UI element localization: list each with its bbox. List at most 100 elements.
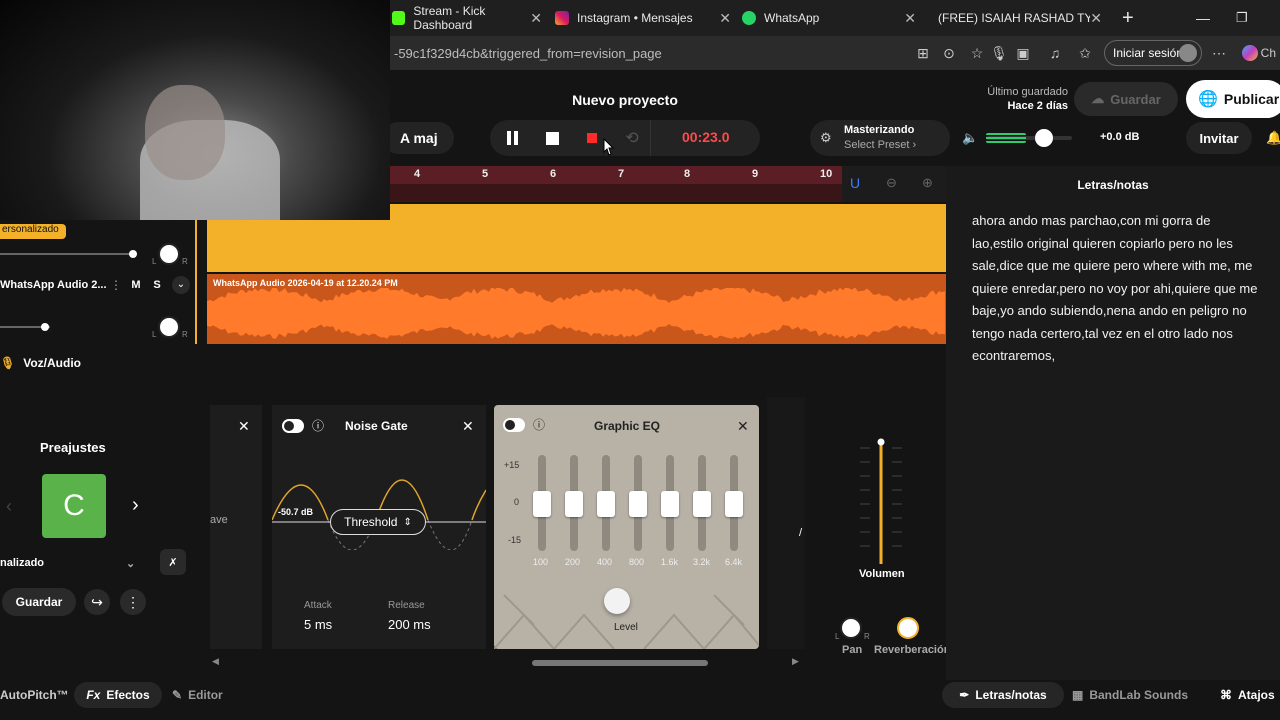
tab-kick[interactable]: Stream - Kick Dashboard ✕ (392, 4, 542, 32)
url-text[interactable]: -59c1f329d4cb&triggered_from=revision_pa… (394, 46, 662, 61)
bell-icon[interactable]: 🔔 (1266, 130, 1280, 146)
pan-l-label: L (835, 632, 840, 641)
track-volume-fader[interactable] (858, 438, 908, 568)
star-icon[interactable]: ☆ (968, 44, 986, 62)
eq-band-label: 6.4k (725, 557, 743, 567)
instrument-label: 🎙 Voz/Audio (0, 356, 81, 370)
close-icon[interactable]: ✕ (904, 10, 916, 27)
mic-icon[interactable]: 🎙 (990, 44, 1008, 62)
close-icon[interactable]: ✕ (737, 418, 749, 435)
track1-pan-knob[interactable] (158, 243, 180, 265)
close-icon[interactable]: ✕ (530, 10, 542, 27)
tab-whatsapp[interactable]: WhatsApp ✕ (742, 4, 916, 32)
mastering-button[interactable]: ⚙ Masterizando Select Preset › (810, 120, 950, 156)
next-preset-icon[interactable]: › (132, 494, 139, 517)
copilot-button[interactable]: Ch (1242, 44, 1276, 62)
close-icon[interactable]: ✕ (1090, 9, 1102, 27)
close-icon[interactable]: ✕ (719, 10, 731, 27)
track1-volume-handle[interactable] (129, 250, 137, 258)
minimize-icon[interactable]: — (1196, 4, 1210, 32)
apps-icon[interactable]: ⊞ (914, 44, 932, 62)
more-button[interactable]: ⋮ (120, 589, 146, 615)
close-icon[interactable]: ✕ (238, 418, 250, 435)
ruler-bar-number: 7 (618, 168, 625, 180)
reset-fx-button[interactable]: ✗ (160, 549, 186, 575)
eq-band-handle[interactable] (533, 491, 551, 517)
release-value[interactable]: 200 ms (388, 617, 431, 632)
scroll-left-icon[interactable]: ◀ (212, 656, 219, 667)
lyrics-textarea[interactable]: ahora ando mas parchao,con mi gorra de l… (972, 210, 1262, 368)
eq-band-handle[interactable] (693, 491, 711, 517)
prev-preset-icon[interactable]: ‹ (6, 496, 12, 517)
eq-toggle[interactable] (503, 418, 525, 432)
effects-tab[interactable]: Fx Efectos (74, 682, 162, 708)
pan-knob[interactable] (840, 617, 862, 639)
editor-tab[interactable]: ✎ Editor (172, 682, 223, 708)
track1-volume-slider[interactable] (0, 253, 134, 255)
track2-name[interactable]: WhatsApp Audio 2... (0, 279, 107, 291)
lyrics-tab[interactable]: ✒ Letras/notas (942, 682, 1064, 708)
threshold-dropdown[interactable]: Threshold ⇕ (330, 509, 426, 535)
shortcuts-tab[interactable]: ⌘ Atajos (1220, 682, 1275, 708)
signin-button[interactable]: Iniciar sesión (1104, 40, 1202, 66)
effects-scrollbar[interactable]: ◀ ▶ (210, 656, 800, 668)
mute-button[interactable]: M (126, 277, 146, 293)
loop-button[interactable]: ⟲ (614, 120, 650, 156)
track2-volume-handle[interactable] (41, 323, 49, 331)
effects-label: Efectos (106, 688, 150, 702)
speaker-icon[interactable]: 🔈 (962, 130, 978, 146)
pen-nib-icon: ✒ (959, 688, 970, 702)
save-project-button[interactable]: ☁ Guardar (1074, 82, 1178, 116)
eq-band-handle[interactable] (661, 491, 679, 517)
scale-bottom: -15 (508, 535, 522, 545)
chevron-down-icon[interactable]: ⌄ (172, 276, 190, 294)
favorites-icon[interactable]: ✩ (1076, 44, 1094, 62)
volume-knob[interactable] (1035, 129, 1053, 147)
more-vertical-icon: ⋮ (126, 593, 140, 610)
project-title[interactable]: Nuevo proyecto (540, 92, 710, 108)
preset-label: Select Preset (844, 139, 910, 151)
bandlab-sounds-tab[interactable]: ▦ BandLab Sounds (1072, 682, 1188, 708)
zoom-out-icon[interactable]: ⊖ (886, 175, 897, 191)
attack-value[interactable]: 5 ms (304, 617, 332, 632)
pause-button[interactable] (494, 120, 530, 156)
publish-button[interactable]: 🌐 Publicar (1186, 80, 1280, 118)
menu-dots-icon[interactable]: ⋯ (1210, 44, 1228, 62)
reverb-knob[interactable] (897, 617, 919, 639)
noise-gate-toggle[interactable] (282, 419, 304, 433)
info-icon[interactable]: ⓘ (312, 417, 324, 434)
share-button[interactable]: ↪ (84, 589, 110, 615)
eq-band-handle[interactable] (565, 491, 583, 517)
key-button[interactable]: A maj (382, 122, 454, 154)
solo-button[interactable]: S (148, 277, 166, 293)
autopitch-tab[interactable]: AutoPitch™ (0, 682, 69, 708)
eq-band-handle[interactable] (629, 491, 647, 517)
tab-instagram[interactable]: Instagram • Mensajes ✕ (555, 4, 731, 32)
eq-band-handle[interactable] (725, 491, 743, 517)
more-circle-icon[interactable]: ⊙ (940, 44, 958, 62)
tab-label: Stream - Kick Dashboard (413, 4, 486, 32)
pan-r-label: R (864, 632, 870, 641)
preset-tile[interactable]: C (42, 474, 106, 538)
ruler-bar-number: 5 (482, 168, 489, 180)
new-tab-button[interactable]: + (1122, 4, 1134, 32)
scroll-thumb[interactable] (532, 660, 708, 666)
track2-pan-knob[interactable] (158, 316, 180, 338)
invite-button[interactable]: Invitar (1186, 122, 1252, 154)
shortcuts-label: Atajos (1238, 688, 1275, 702)
preset-dropdown[interactable]: nalizado ⌄ (0, 552, 150, 574)
info-icon[interactable]: ⓘ (533, 416, 545, 433)
scroll-right-icon[interactable]: ▶ (792, 656, 799, 667)
zoom-in-icon[interactable]: ⊕ (922, 175, 933, 191)
close-icon[interactable]: ✕ (462, 418, 474, 435)
restore-icon[interactable]: ❐ (1236, 4, 1248, 32)
camera-off-icon[interactable]: ▣ (1014, 44, 1032, 62)
magnet-snap-icon[interactable]: U (850, 175, 860, 191)
eq-band-handle[interactable] (597, 491, 615, 517)
level-knob[interactable] (604, 588, 630, 614)
tab-youtube[interactable]: (FREE) ISAIAH RASHAD TYPE ✕ (930, 4, 1102, 32)
stop-button[interactable] (534, 120, 570, 156)
track-menu-icon[interactable]: ⋮ (110, 278, 122, 292)
save-preset-button[interactable]: Guardar (2, 588, 76, 616)
extensions-icon[interactable]: ♫ (1046, 44, 1064, 62)
